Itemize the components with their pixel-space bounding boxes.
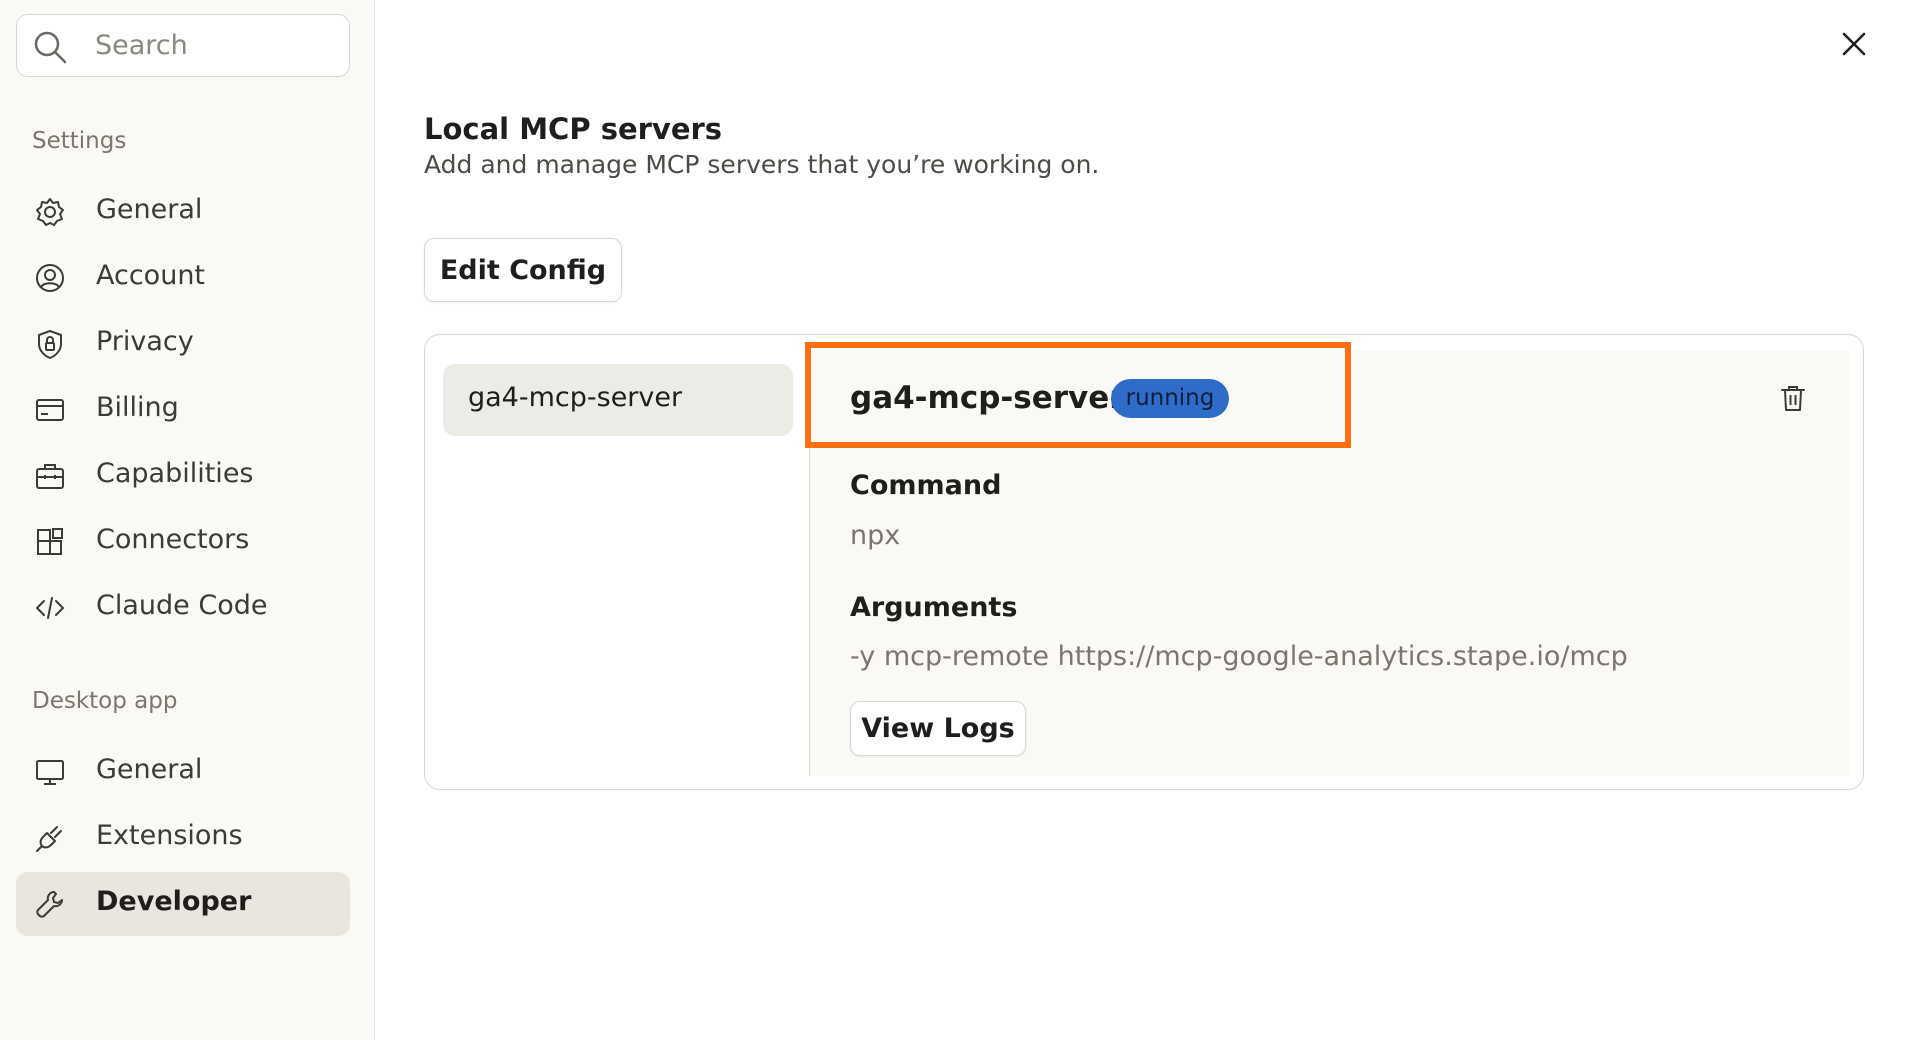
sidebar-item-desktop-general[interactable]: General [16,740,350,804]
sidebar: Settings General Account Privacy [0,0,375,1040]
command-label: Command [850,470,1002,501]
desktop-section-label: Desktop app [32,688,178,714]
sidebar-item-label: Developer [96,886,252,917]
sidebar-item-label: Connectors [96,524,250,555]
plug-icon [36,826,62,852]
page-subtitle: Add and manage MCP servers that you’re w… [424,150,1100,179]
edit-config-button[interactable]: Edit Config [424,238,622,302]
sidebar-item-billing[interactable]: Billing [16,378,350,442]
sidebar-item-developer[interactable]: Developer [16,872,350,936]
search-box[interactable] [16,14,350,77]
sidebar-item-label: Extensions [96,820,243,851]
server-list-item[interactable]: ga4-mcp-server [443,364,793,436]
sidebar-item-claude-code[interactable]: Claude Code [16,576,350,640]
sidebar-item-label: Claude Code [96,590,268,621]
sidebar-item-account[interactable]: Account [16,246,350,310]
command-value: npx [850,520,901,551]
arguments-value: -y mcp-remote https://mcp-google-analyti… [850,641,1628,672]
user-circle-icon [36,264,64,292]
view-logs-button[interactable]: View Logs [850,701,1026,756]
sidebar-item-label: General [96,754,203,785]
wrench-icon [36,891,63,918]
sidebar-item-label: Billing [96,392,179,423]
status-badge: running [1111,379,1229,418]
shield-lock-icon [38,330,62,359]
sidebar-item-extensions[interactable]: Extensions [16,806,350,870]
trash-icon[interactable] [1780,384,1806,412]
gear-icon [36,198,64,226]
toolbox-icon [36,464,64,489]
sidebar-item-connectors[interactable]: Connectors [16,510,350,574]
server-list-item-label: ga4-mcp-server [468,382,683,413]
settings-window: Settings General Account Privacy [0,0,1906,1040]
sidebar-item-label: General [96,194,203,225]
sidebar-item-label: Capabilities [96,458,254,489]
arguments-label: Arguments [850,592,1018,623]
sidebar-item-capabilities[interactable]: Capabilities [16,444,350,508]
code-icon [36,597,64,619]
page-title: Local MCP servers [424,112,723,146]
search-input[interactable] [95,15,335,75]
blocks-icon [37,528,63,555]
credit-card-icon [36,399,64,421]
sidebar-item-general[interactable]: General [16,180,350,244]
sidebar-item-label: Account [96,260,206,291]
sidebar-item-label: Privacy [96,326,194,357]
server-detail-title: ga4-mcp-server [850,380,1125,416]
search-icon [34,31,67,64]
close-icon[interactable] [1838,28,1870,60]
monitor-icon [36,760,64,785]
sidebar-item-privacy[interactable]: Privacy [16,312,350,376]
settings-section-label: Settings [32,128,127,154]
